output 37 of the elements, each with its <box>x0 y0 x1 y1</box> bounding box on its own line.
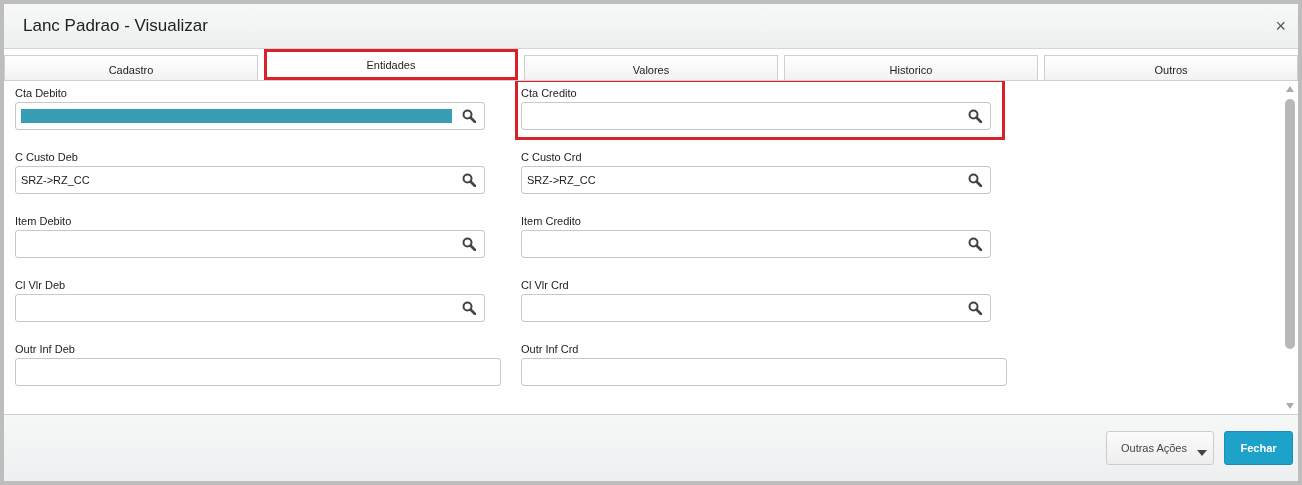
field-label: Outr Inf Deb <box>15 343 76 355</box>
caret-icon <box>1197 450 1207 456</box>
field-label: Cl Vlr Crd <box>521 279 570 291</box>
tab[interactable]: Historico <box>784 55 1038 80</box>
field-label: Item Credito <box>521 215 582 227</box>
field-label: C Custo Deb <box>15 151 79 163</box>
search-icon[interactable] <box>968 301 982 315</box>
input-field[interactable] <box>521 102 991 130</box>
input-field[interactable] <box>521 358 1007 386</box>
input-field[interactable]: SRZ->RZ_CC <box>521 166 991 194</box>
tab[interactable]: Entidades <box>264 49 518 80</box>
tab[interactable]: Outros <box>1044 55 1298 80</box>
input-field[interactable]: SRZ->RZ_CC <box>15 166 485 194</box>
search-icon[interactable] <box>968 237 982 251</box>
field-label: C Custo Crd <box>521 151 583 163</box>
field-label: Item Debito <box>15 215 73 227</box>
input-field[interactable] <box>15 358 501 386</box>
field-label: Outr Inf Crd <box>521 343 580 355</box>
search-icon[interactable] <box>462 301 476 315</box>
input-field[interactable] <box>521 230 991 258</box>
input-field[interactable] <box>15 230 485 258</box>
field-label: Cl Vlr Deb <box>15 279 67 291</box>
input-field[interactable] <box>521 294 991 322</box>
search-icon[interactable] <box>968 109 982 123</box>
window-title: Lanc Padrao - Visualizar <box>23 16 208 36</box>
more-actions-button[interactable]: Outras Ações <box>1105 431 1214 465</box>
input-field[interactable] <box>15 294 485 322</box>
search-icon[interactable] <box>462 237 476 251</box>
field-label: Cta Debito <box>15 87 68 99</box>
close-button[interactable]: × <box>1275 15 1286 37</box>
input-field[interactable] <box>15 102 485 130</box>
search-icon[interactable] <box>968 173 982 187</box>
search-icon[interactable] <box>462 173 476 187</box>
field-label: Cta Credito <box>521 87 578 99</box>
search-icon[interactable] <box>462 109 476 123</box>
tab[interactable]: Valores <box>524 55 778 80</box>
tab[interactable]: Cadastro <box>4 55 258 80</box>
